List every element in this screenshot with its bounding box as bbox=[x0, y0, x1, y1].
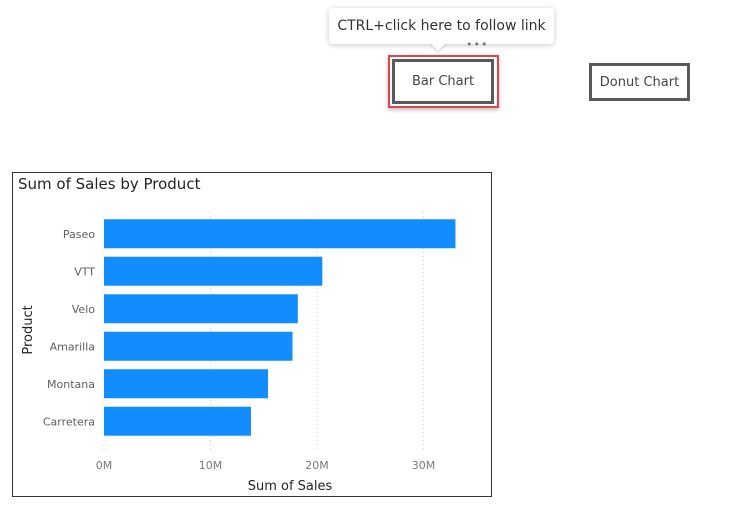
x-tick-label: 30M bbox=[412, 459, 436, 472]
x-tick-label: 0M bbox=[96, 459, 113, 472]
bar-vtt[interactable] bbox=[104, 256, 323, 286]
category-label: Amarilla bbox=[50, 340, 95, 353]
bar-amarilla[interactable] bbox=[104, 331, 293, 361]
category-label: Paseo bbox=[63, 228, 95, 241]
bar-velo[interactable] bbox=[104, 294, 298, 324]
bar-montana[interactable] bbox=[104, 369, 269, 399]
category-label: Carretera bbox=[43, 415, 95, 428]
category-label: Velo bbox=[72, 303, 95, 316]
x-tick-label: 20M bbox=[305, 459, 329, 472]
bar-carretera[interactable] bbox=[104, 406, 251, 436]
bar-paseo[interactable] bbox=[104, 219, 456, 249]
y-axis-title: Product bbox=[21, 305, 36, 354]
x-axis-title: Sum of Sales bbox=[248, 479, 333, 494]
category-label: VTT bbox=[74, 265, 95, 278]
category-label: Montana bbox=[47, 378, 95, 391]
x-tick-label: 10M bbox=[199, 459, 223, 472]
bar-chart-svg: Paseo VTT Velo Amarilla Montana Carretera 0M 1… bbox=[21, 212, 456, 494]
